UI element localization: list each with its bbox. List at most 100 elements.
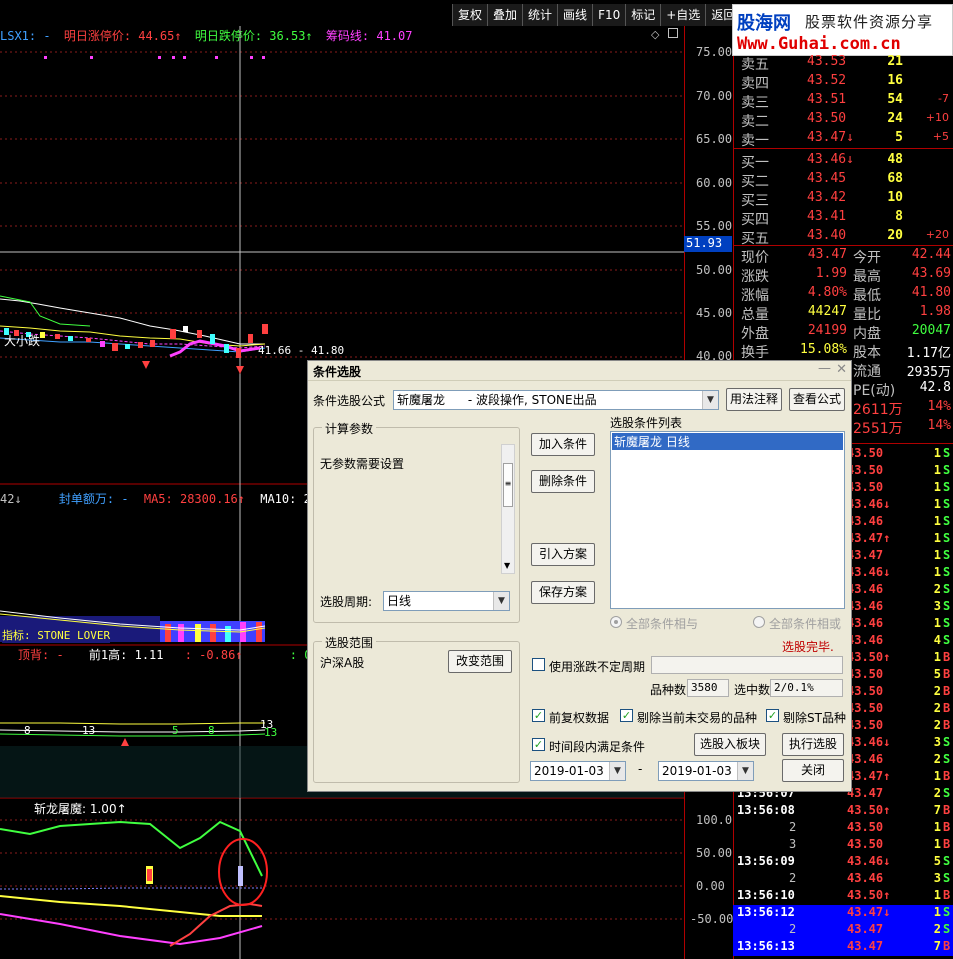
quote-value-left: 1.99: [815, 266, 847, 281]
tick-price: 43.47: [847, 922, 884, 936]
tick-price: 43.46: [847, 871, 884, 885]
toolbar-overlay[interactable]: 叠加: [487, 4, 523, 26]
scope-group: 选股范围 沪深A股 改变范围: [313, 634, 520, 783]
buy-level-1[interactable]: 买一 43.46↓ 48: [741, 152, 953, 171]
sell-level-1[interactable]: 卖一 43.47↓ 5 +5: [741, 130, 953, 149]
add-condition-button[interactable]: 加入条件: [531, 433, 595, 456]
tick-row[interactable]: 2 43.46 3 S: [733, 871, 953, 888]
quote-label-right: 量比: [853, 307, 881, 323]
quote-row: 涨跌 1.99 最高 43.69: [741, 266, 953, 285]
date-separator: -: [638, 762, 643, 776]
tick-price: 43.50↑: [847, 803, 891, 817]
toolbar-stats[interactable]: 统计: [522, 4, 558, 26]
toolbar-restore-rights[interactable]: 复权: [452, 4, 488, 26]
toolbar-add-watchlist[interactable]: +自选: [660, 4, 706, 26]
quote-label-left: 总量: [741, 307, 769, 323]
close-icon[interactable]: ✕: [836, 362, 847, 377]
delete-condition-button[interactable]: 删除条件: [531, 470, 595, 493]
tick-time: 13:56:08: [737, 803, 795, 817]
scrollbar-thumb[interactable]: ≡: [503, 463, 513, 507]
tick-volume: 1: [933, 837, 941, 851]
tick-row[interactable]: 13:56:12 43.47↓ 1 S: [733, 905, 953, 922]
tick-row[interactable]: 13:56:13 43.47 7 B: [733, 939, 953, 956]
tick-price: 43.46↓: [847, 565, 891, 579]
quote-label-left: 现价: [741, 250, 769, 266]
indicator-label-2: 13: [82, 724, 96, 737]
sell-level-5[interactable]: 卖五 43.53 21: [741, 54, 953, 73]
toolbar-f10[interactable]: F10: [592, 4, 626, 26]
period-select[interactable]: 日线 ▼: [383, 591, 510, 611]
tick-side: S: [943, 616, 951, 630]
minimize-icon[interactable]: —: [818, 361, 831, 376]
tick-row[interactable]: 3 43.50 1 B: [733, 837, 953, 854]
no-params-text: 无参数需要设置: [320, 457, 405, 471]
condition-list[interactable]: 斩魔屠龙 日线: [610, 431, 845, 609]
import-plan-button[interactable]: 引入方案: [531, 543, 595, 566]
watermark-slogan: 股票软件资源分享: [805, 13, 934, 31]
time-window-checkbox[interactable]: ✓: [532, 738, 545, 751]
tick-row[interactable]: 13:56:08 43.50↑ 7 B: [733, 803, 953, 820]
formula-select[interactable]: 斩魔屠龙 - 波段操作, STONE出品 ▼: [393, 390, 719, 410]
tick-side: S: [943, 582, 951, 596]
exclude-st-checkbox[interactable]: ✓: [766, 709, 779, 722]
tick-volume: 1: [933, 446, 941, 460]
close-dialog-button[interactable]: 关闭: [782, 759, 844, 782]
buy-level-2[interactable]: 买二 43.45 68: [741, 171, 953, 190]
sell-level-4[interactable]: 卖四 43.52 16: [741, 73, 953, 92]
sell-level-3[interactable]: 卖三 43.51 54 -7: [741, 92, 953, 111]
use-limit-checkbox[interactable]: [532, 658, 545, 671]
chevron-down-icon: ▼: [702, 391, 718, 409]
order-price: 43.40: [807, 228, 847, 243]
count-value: 3580: [687, 679, 729, 697]
order-price: 43.51: [807, 92, 847, 107]
view-formula-button[interactable]: 查看公式: [789, 388, 845, 411]
scroll-down-icon[interactable]: ▼: [504, 561, 510, 570]
radio-all-or[interactable]: [753, 616, 765, 628]
limit-period-field[interactable]: [651, 656, 843, 674]
tick-side: S: [943, 752, 951, 766]
params-scrollbar[interactable]: ≡ ▼: [501, 444, 515, 574]
tick-row[interactable]: 13:56:10 43.50↑ 1 B: [733, 888, 953, 905]
tick-price: 43.46: [847, 514, 884, 528]
quote-label-right: 股本: [853, 345, 881, 361]
tick-price: 43.50: [847, 718, 884, 732]
sell-level-2[interactable]: 卖二 43.50 24 +10: [741, 111, 953, 130]
add-to-board-button[interactable]: 选股入板块: [694, 733, 766, 756]
indicator-label-3: 5: [172, 724, 179, 737]
axis-label-50: 50.00: [696, 263, 733, 277]
condition-list-item[interactable]: 斩魔屠龙 日线: [612, 433, 843, 450]
sub-chart-legend: 斩龙屠魔: 1.00↑: [34, 802, 127, 816]
order-volume: 24: [887, 111, 903, 126]
date-from-picker[interactable]: 2019-01-03 ▼: [530, 761, 626, 781]
tick-price: 43.50: [847, 667, 884, 681]
toolbar-draw-line[interactable]: 画线: [557, 4, 593, 26]
top-toolbar: 复权 叠加 统计 画线 F10 标记 +自选 返回: [452, 4, 741, 26]
tick-volume: 1: [933, 565, 941, 579]
tick-price: 43.50: [847, 684, 884, 698]
date-to-value: 2019-01-03: [662, 764, 732, 778]
tick-volume: 2: [933, 786, 941, 800]
period-select-value: 日线: [387, 594, 412, 608]
toolbar-mark[interactable]: 标记: [625, 4, 661, 26]
tick-row[interactable]: 2 43.50 1 B: [733, 820, 953, 837]
usage-notes-button[interactable]: 用法注释: [726, 388, 782, 411]
tick-volume: 5: [933, 667, 941, 681]
dialog-titlebar[interactable]: 条件选股 — ✕: [308, 361, 851, 381]
watermark-logo: 股海网 股票软件资源分享 Www.Guhai.com.cn: [732, 4, 953, 56]
change-scope-button[interactable]: 改变范围: [448, 650, 512, 673]
tick-row[interactable]: 2 43.47 2 S: [733, 922, 953, 939]
prefix-rights-checkbox[interactable]: ✓: [532, 709, 545, 722]
radio-all-and[interactable]: [610, 616, 622, 628]
time-window-label: 时间段内满足条件: [549, 740, 646, 754]
exclude-halted-checkbox[interactable]: ✓: [620, 709, 633, 722]
save-plan-button[interactable]: 保存方案: [531, 581, 595, 604]
date-to-picker[interactable]: 2019-01-03 ▼: [658, 761, 754, 781]
quote-value-right: 20047: [911, 323, 951, 338]
quote-value-right: 42.8: [919, 380, 951, 395]
tick-volume: 1: [933, 820, 941, 834]
tick-row[interactable]: 13:56:09 43.46↓ 5 S: [733, 854, 953, 871]
execute-screen-button[interactable]: 执行选股: [782, 733, 844, 756]
buy-level-4[interactable]: 买四 43.41 8: [741, 209, 953, 228]
buy-level-3[interactable]: 买三 43.42 10: [741, 190, 953, 209]
order-volume: 48: [887, 152, 903, 167]
